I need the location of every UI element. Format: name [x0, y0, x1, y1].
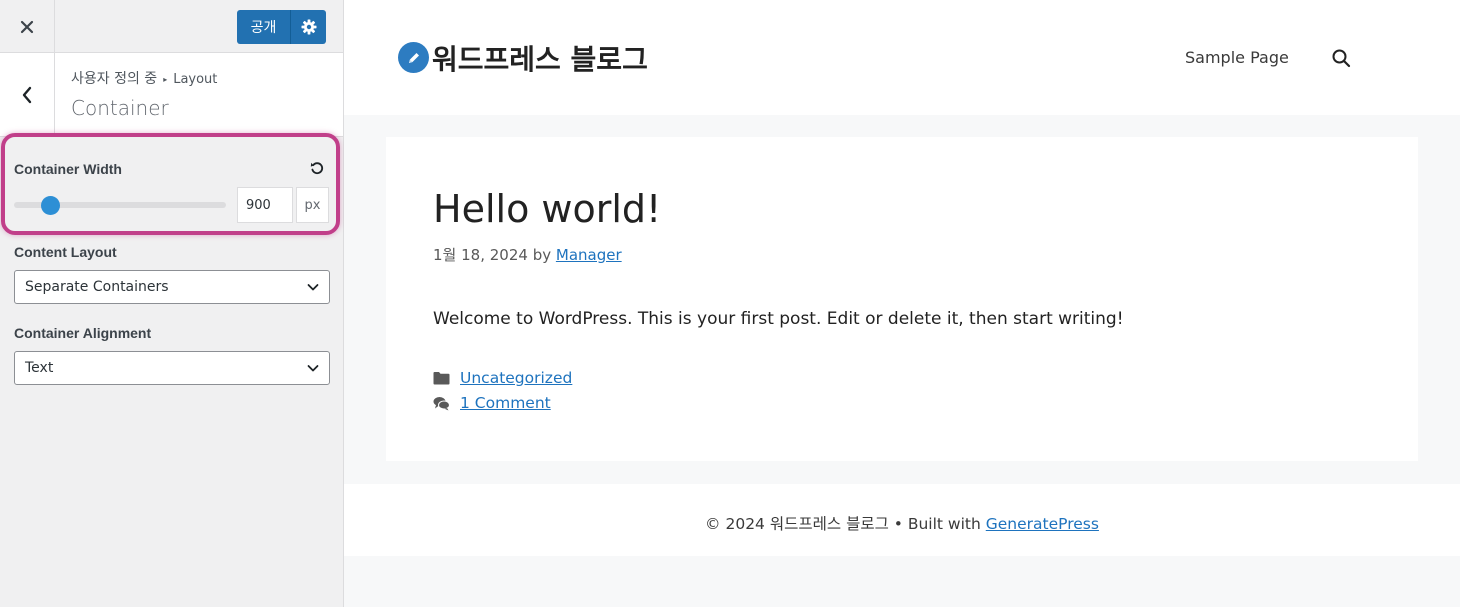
post-category: Uncategorized: [433, 369, 572, 387]
container-alignment-label: Container Alignment: [14, 325, 152, 341]
customizer-sidebar: 공개 사용자 정의 중 ▸ Layout Container Container…: [0, 0, 344, 607]
content-layout-label: Content Layout: [14, 244, 117, 260]
breadcrumb-parent: 사용자 정의 중: [71, 71, 158, 87]
back-button[interactable]: [0, 53, 55, 137]
footer-text: © 2024 워드프레스 블로그 • Built with GeneratePr…: [344, 512, 1460, 534]
content-layout-value: Separate Containers: [25, 279, 169, 295]
container-alignment-select[interactable]: Text: [14, 351, 330, 385]
category-link[interactable]: Uncategorized: [460, 369, 572, 387]
section-header: 사용자 정의 중 ▸ Layout Container: [0, 53, 343, 137]
footer-generatepress-link[interactable]: GeneratePress: [986, 515, 1099, 533]
post-title[interactable]: Hello world!: [433, 187, 661, 231]
publish-group: 공개: [237, 10, 326, 44]
comments-icon: [433, 396, 450, 410]
folder-icon: [433, 372, 450, 385]
customizer-header: 공개: [0, 0, 343, 53]
pencil-icon: [408, 52, 419, 63]
close-icon: [20, 20, 34, 33]
comments-link[interactable]: 1 Comment: [460, 394, 551, 412]
gear-icon: [301, 19, 316, 35]
container-width-slider-handle[interactable]: [40, 196, 60, 215]
publish-settings-button[interactable]: [290, 10, 326, 44]
post-date: 1월 18, 2024: [433, 246, 528, 264]
site-header: 워드프레스 블로그 Sample Page: [344, 0, 1460, 115]
content-layout-select[interactable]: Separate Containers: [14, 270, 330, 304]
nav-sample-page[interactable]: Sample Page: [1185, 48, 1289, 67]
section-title: Container: [71, 96, 169, 120]
publish-button[interactable]: 공개: [237, 10, 290, 44]
chevron-left-icon: [22, 86, 32, 104]
post-content: Welcome to WordPress. This is your first…: [433, 309, 1124, 329]
search-icon[interactable]: [1331, 48, 1351, 68]
close-customizer-button[interactable]: [0, 0, 55, 53]
post-article: Hello world! 1월 18, 2024 by Manager Welc…: [386, 137, 1418, 461]
site-title[interactable]: 워드프레스 블로그: [432, 38, 648, 78]
container-alignment-value: Text: [25, 360, 54, 376]
unit-label: px: [296, 187, 329, 223]
chevron-down-icon: [307, 284, 319, 291]
container-width-label: Container Width: [14, 161, 122, 177]
post-comments: 1 Comment: [433, 394, 551, 412]
container-width-input[interactable]: [237, 187, 293, 223]
site-preview: 워드프레스 블로그 Sample Page Hello world! 1월 18…: [344, 0, 1460, 607]
breadcrumb-section: Layout: [173, 72, 218, 87]
post-meta: 1월 18, 2024 by Manager: [433, 244, 622, 265]
chevron-down-icon: [307, 365, 319, 372]
footer-copyright: © 2024 워드프레스 블로그 • Built with: [705, 515, 981, 533]
site-logo[interactable]: [398, 42, 429, 73]
site-footer: © 2024 워드프레스 블로그 • Built with GeneratePr…: [344, 484, 1460, 556]
reset-icon[interactable]: [310, 161, 324, 175]
breadcrumb-arrow-icon: ▸: [163, 74, 168, 84]
post-by: by: [532, 246, 552, 264]
breadcrumb: 사용자 정의 중 ▸ Layout: [71, 68, 217, 88]
post-author-link[interactable]: Manager: [556, 246, 622, 264]
